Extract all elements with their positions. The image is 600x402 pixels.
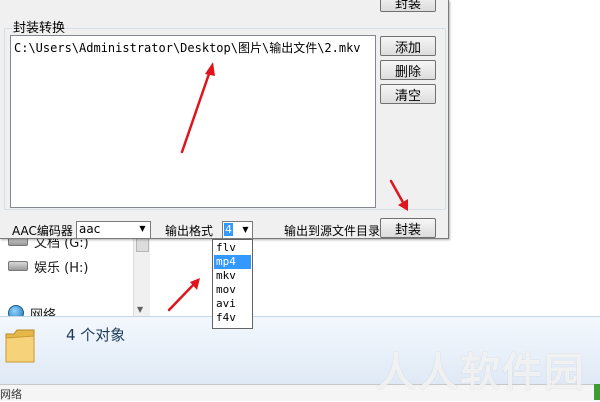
annotation-arrows (167, 62, 408, 312)
arrow-to-format-dropdown (167, 280, 198, 312)
arrow-to-file-list (180, 66, 213, 154)
arrowhead (205, 62, 215, 76)
